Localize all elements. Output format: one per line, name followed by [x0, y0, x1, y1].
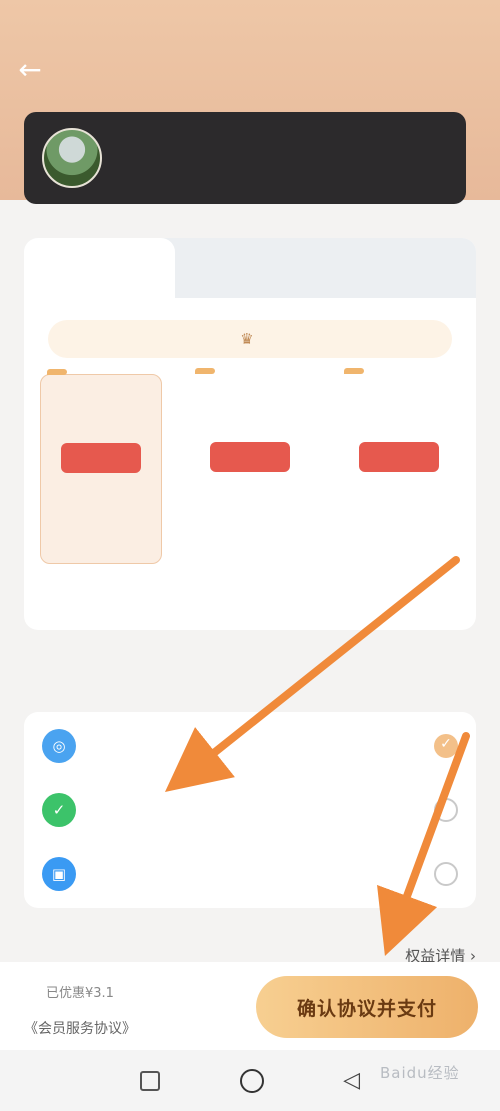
- payment-icon-blue: ◎: [42, 729, 76, 763]
- vip-plan-panel: ♛: [24, 238, 476, 630]
- payment-radio[interactable]: [434, 798, 458, 822]
- payment-radio-selected[interactable]: [434, 734, 458, 758]
- plan-badge: [195, 368, 215, 374]
- tab-vip[interactable]: [175, 238, 326, 298]
- plan-buy-button[interactable]: [210, 442, 290, 472]
- plan-buy-button[interactable]: [61, 443, 141, 473]
- payment-method-row[interactable]: ▣: [24, 842, 476, 906]
- plan-card[interactable]: [338, 368, 460, 564]
- payment-methods: ◎ ✓ ▣: [24, 712, 476, 908]
- price-line: 已优惠¥3.1: [24, 982, 114, 1001]
- checkout-bar: 已优惠¥3.1 《会员服务协议》 确认协议并支付: [0, 962, 500, 1050]
- back-triangle-icon[interactable]: ◁: [343, 1068, 360, 1093]
- title-bar: ←: [0, 44, 500, 94]
- crown-icon: ♛: [240, 330, 254, 348]
- plan-badge: [344, 368, 364, 374]
- confirm-pay-button[interactable]: 确认协议并支付: [256, 976, 478, 1038]
- wallet-icon: ▣: [42, 857, 76, 891]
- payment-radio[interactable]: [434, 862, 458, 886]
- status-bar: [0, 0, 500, 34]
- plan-card[interactable]: [40, 369, 162, 564]
- agreement-link[interactable]: 《会员服务协议》: [24, 1021, 136, 1037]
- back-arrow-icon[interactable]: ←: [0, 53, 60, 86]
- tab-svip[interactable]: [24, 238, 175, 298]
- home-icon[interactable]: [239, 1068, 264, 1093]
- agreement-line: 《会员服务协议》: [24, 1018, 136, 1038]
- avatar: [42, 128, 102, 188]
- plan-badge: [47, 369, 67, 375]
- tab-other[interactable]: [325, 238, 476, 298]
- payment-method-row[interactable]: ◎: [24, 714, 476, 778]
- recent-apps-icon[interactable]: [139, 1070, 160, 1091]
- promo-notice[interactable]: ♛: [48, 320, 452, 358]
- plan-list: [24, 368, 476, 564]
- wechat-pay-icon: ✓: [42, 793, 76, 827]
- vip-tabs: [24, 238, 476, 298]
- discount-text: 已优惠¥3.1: [46, 986, 114, 1001]
- baidu-watermark: Baidu经验: [380, 1064, 460, 1082]
- plan-buy-button[interactable]: [359, 442, 439, 472]
- payment-method-row[interactable]: ✓: [24, 778, 476, 842]
- plan-card[interactable]: [189, 368, 311, 564]
- user-card: [24, 112, 466, 204]
